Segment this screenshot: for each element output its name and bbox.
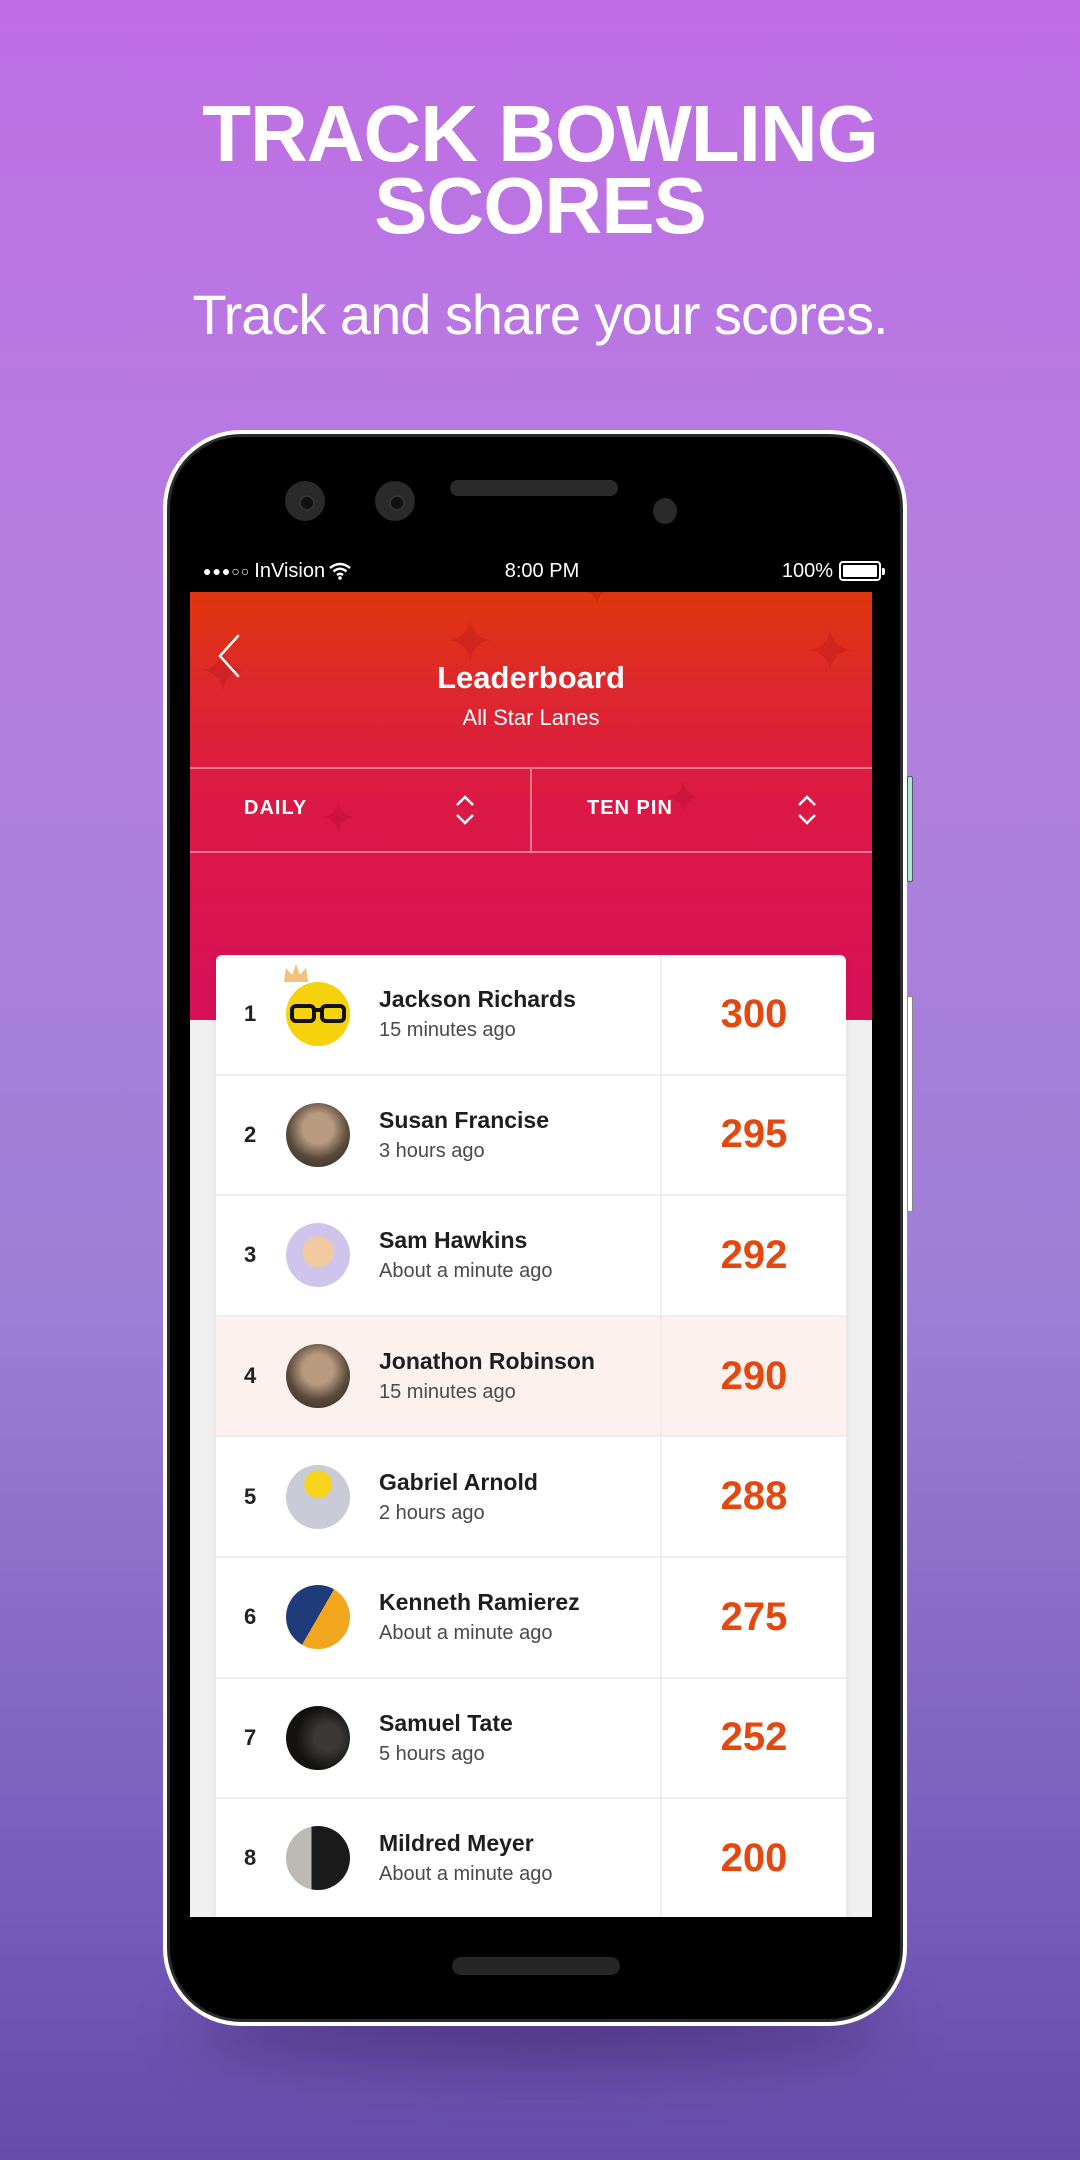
avatar	[286, 1826, 350, 1891]
score: 295	[720, 1112, 788, 1157]
player-info: Gabriel Arnold 2 hours ago	[379, 1469, 659, 1525]
avatar	[286, 1705, 350, 1770]
battery-fill	[843, 565, 877, 577]
leaderboard-row[interactable]: 8 Mildred Meyer About a minute ago 200	[216, 1799, 846, 1917]
rank: 3	[244, 1242, 257, 1268]
score-cell: 252	[660, 1678, 846, 1798]
phone-side-button-bottom	[907, 996, 913, 1212]
player-name: Kenneth Ramierez	[379, 1589, 580, 1616]
player-info: Kenneth Ramierez About a minute ago	[379, 1589, 659, 1645]
player-info: Mildred Meyer About a minute ago	[379, 1830, 659, 1886]
rank: 6	[244, 1604, 257, 1630]
score-time: 3 hours ago	[379, 1139, 485, 1162]
phone-side-button-top	[907, 776, 913, 882]
score-cell: 300	[660, 955, 846, 1074]
page-title: Leaderboard	[437, 660, 625, 695]
rank: 5	[244, 1483, 257, 1509]
player-info: Jonathon Robinson 15 minutes ago	[379, 1348, 659, 1404]
leaderboard-row[interactable]: 7 Samuel Tate 5 hours ago 252	[216, 1678, 846, 1800]
rank: 4	[244, 1363, 257, 1389]
phone-frame: ●●●○○ InVision 8:00 PM 100% ✦ ✦ ✦ ✦ ✦ ✦ …	[163, 430, 907, 2026]
score-cell: 292	[660, 1196, 846, 1315]
score-time: 15 minutes ago	[379, 1019, 516, 1042]
hero-subtitle: Track and share your scores.	[192, 283, 888, 346]
rank: 2	[244, 1121, 257, 1147]
home-indicator	[452, 1957, 620, 1975]
proximity-sensor	[653, 498, 677, 524]
score: 200	[720, 1835, 788, 1880]
score-cell: 295	[660, 1075, 846, 1195]
score-time: 15 minutes ago	[379, 1381, 516, 1404]
game-type-filter-label: TEN PIN	[587, 797, 673, 819]
leaderboard-row[interactable]: 2 Susan Francise 3 hours ago 295	[216, 1075, 846, 1197]
rank: 8	[244, 1845, 257, 1871]
avatar	[286, 1102, 350, 1167]
page-subtitle: All Star Lanes	[462, 705, 600, 730]
app-screen: ✦ ✦ ✦ ✦ ✦ ✦ Leaderboard All Star Lanes D…	[190, 592, 872, 1917]
score: 288	[720, 1474, 788, 1519]
player-name: Sam Hawkins	[379, 1227, 528, 1254]
period-filter-label: DAILY	[244, 797, 308, 819]
score-time: 5 hours ago	[379, 1742, 485, 1765]
rank: 1	[244, 1001, 257, 1027]
player-info: Sam Hawkins About a minute ago	[379, 1227, 659, 1283]
player-name: Susan Francise	[379, 1106, 550, 1133]
player-info: Jackson Richards 15 minutes ago	[379, 986, 659, 1042]
filter-bar: DAILY TEN PIN	[190, 767, 872, 853]
score-time: 2 hours ago	[379, 1501, 485, 1524]
score: 252	[720, 1715, 788, 1760]
status-time: 8:00 PM	[504, 559, 580, 582]
score: 290	[720, 1353, 788, 1398]
leaderboard-row[interactable]: 1 Jackson Richards 15 minutes ago 300	[216, 955, 846, 1076]
status-bar: ●●●○○ InVision 8:00 PM 100%	[203, 556, 885, 586]
avatar	[286, 1585, 350, 1650]
sort-updown-icon	[798, 795, 816, 825]
score-time: About a minute ago	[379, 1863, 553, 1886]
score: 300	[720, 991, 788, 1036]
leaderboard-row[interactable]: 4 Jonathon Robinson 15 minutes ago 290	[216, 1316, 846, 1438]
hero-title: TRACK BOWLING SCORES	[0, 89, 1080, 250]
score-cell: 290	[660, 1316, 846, 1436]
sparkle-decoration: ✦	[580, 592, 614, 614]
status-right: 100%	[781, 559, 885, 583]
player-name: Gabriel Arnold	[379, 1468, 538, 1495]
leaderboard-row[interactable]: 5 Gabriel Arnold 2 hours ago 288	[216, 1437, 846, 1558]
leaderboard-list: 1 Jackson Richards 15 minutes ago 300 2 …	[216, 955, 846, 1917]
player-name: Samuel Tate	[379, 1709, 513, 1736]
player-info: Samuel Tate 5 hours ago	[379, 1710, 659, 1766]
crown-icon	[284, 964, 308, 983]
avatar	[286, 1464, 350, 1529]
leaderboard-row[interactable]: 6 Kenneth Ramierez About a minute ago 27…	[216, 1557, 846, 1679]
phone-body: ●●●○○ InVision 8:00 PM 100% ✦ ✦ ✦ ✦ ✦ ✦ …	[167, 434, 903, 2022]
score-cell: 275	[660, 1557, 846, 1677]
battery-percent: 100%	[781, 559, 833, 582]
avatar	[286, 1344, 350, 1409]
avatar	[284, 964, 350, 1047]
score: 275	[720, 1594, 788, 1639]
game-type-filter-select[interactable]: TEN PIN	[530, 769, 872, 851]
rank: 7	[244, 1724, 257, 1750]
avatar	[286, 1223, 350, 1288]
sort-updown-icon	[456, 795, 474, 825]
camera-icon	[285, 481, 325, 521]
speaker-grille	[450, 480, 618, 496]
glasses-icon	[290, 1004, 346, 1024]
hero-title-line2: SCORES	[374, 161, 707, 250]
player-name: Mildred Meyer	[379, 1830, 534, 1857]
player-info: Susan Francise 3 hours ago	[379, 1107, 659, 1163]
leaderboard-row[interactable]: 3 Sam Hawkins About a minute ago 292	[216, 1196, 846, 1317]
score-cell: 200	[660, 1799, 846, 1917]
player-name: Jackson Richards	[379, 986, 576, 1013]
hero-title-line1: TRACK BOWLING	[202, 89, 879, 178]
camera-icon	[375, 481, 415, 521]
score-time: About a minute ago	[379, 1622, 553, 1645]
player-name: Jonathon Robinson	[379, 1348, 595, 1375]
score: 292	[720, 1232, 788, 1277]
score-cell: 288	[660, 1437, 846, 1556]
score-time: About a minute ago	[379, 1260, 553, 1283]
period-filter-select[interactable]: DAILY	[190, 769, 530, 851]
battery-icon	[839, 561, 885, 581]
